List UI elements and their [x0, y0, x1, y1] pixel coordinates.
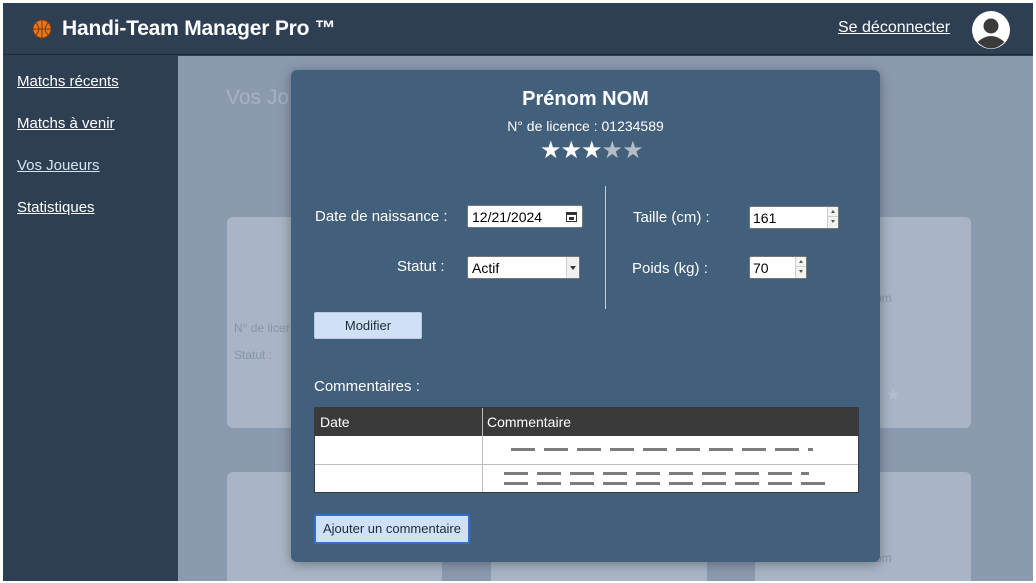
star-icon[interactable]: ★	[561, 139, 582, 163]
height-value: 161	[753, 210, 777, 226]
player-licence: N° de licence : 01234589	[507, 118, 664, 134]
app-window: Handi-Team Manager Pro ™ Se déconnecter …	[3, 3, 1033, 581]
comments-title: Commentaires :	[314, 378, 420, 395]
add-comment-button[interactable]: Ajouter un commentaire	[314, 514, 470, 544]
logout-link[interactable]: Se déconnecter	[838, 19, 950, 37]
status-label: Statut :	[397, 258, 445, 275]
comment-placeholder-line	[504, 472, 809, 475]
form-divider	[605, 186, 606, 309]
sidebar-item-players[interactable]: Vos Joueurs	[17, 157, 100, 174]
column-header-date: Date	[320, 414, 350, 430]
modify-button[interactable]: Modifier	[314, 312, 422, 339]
status-select[interactable]: Actif	[467, 256, 580, 279]
comments-table: Date Commentaire	[314, 407, 859, 493]
star-icon[interactable]: ★	[581, 139, 602, 163]
player-name: Prénom NOM	[522, 88, 649, 110]
user-avatar-icon[interactable]	[972, 11, 1010, 49]
basketball-icon	[32, 19, 52, 39]
card-licence-label: N° de licer	[234, 321, 290, 335]
height-input[interactable]: 161	[749, 206, 839, 229]
rating-stars[interactable]: ★★★★★	[540, 139, 644, 163]
weight-value: 70	[753, 260, 769, 276]
column-header-comment: Commentaire	[487, 414, 572, 430]
page-title: Vos Jo	[226, 86, 290, 109]
card-status-label: Statut :	[234, 348, 273, 362]
star-icon[interactable]: ★	[540, 139, 561, 163]
decrement-icon[interactable]	[828, 217, 838, 227]
column-divider	[482, 408, 483, 492]
height-stepper[interactable]	[827, 207, 838, 228]
star-icon[interactable]: ★	[622, 139, 643, 163]
top-navbar: Handi-Team Manager Pro ™ Se déconnecter	[3, 3, 1033, 55]
calendar-icon[interactable]	[566, 211, 577, 222]
sidebar-item-recent-matches[interactable]: Matchs récents	[17, 73, 119, 90]
row-divider	[315, 464, 858, 465]
birthdate-label: Date de naissance :	[315, 208, 448, 225]
sidebar-item-statistics[interactable]: Statistiques	[17, 199, 95, 216]
star-icon[interactable]: ★	[602, 139, 623, 163]
weight-label: Poids (kg) :	[632, 260, 708, 277]
decrement-icon[interactable]	[796, 267, 806, 277]
player-detail-modal: Prénom NOM N° de licence : 01234589 ★★★★…	[291, 70, 880, 562]
increment-icon[interactable]	[828, 207, 838, 217]
birthdate-value: 12/21/2024	[472, 209, 543, 225]
star-icon: ★	[886, 387, 901, 404]
height-label: Taille (cm) :	[633, 209, 710, 226]
chevron-down-icon[interactable]	[566, 257, 579, 278]
sidebar: Matchs récents Matchs à venir Vos Joueur…	[3, 56, 178, 581]
comments-table-header: Date Commentaire	[315, 408, 858, 436]
weight-stepper[interactable]	[795, 257, 806, 278]
app-title: Handi-Team Manager Pro ™	[62, 17, 336, 40]
comment-placeholder-line	[511, 448, 813, 451]
birthdate-input[interactable]: 12/21/2024	[467, 205, 583, 228]
increment-icon[interactable]	[796, 257, 806, 267]
sidebar-item-upcoming-matches[interactable]: Matchs à venir	[17, 115, 115, 132]
status-value: Actif	[472, 260, 500, 276]
weight-input[interactable]: 70	[749, 256, 807, 279]
comment-placeholder-line	[504, 482, 827, 485]
